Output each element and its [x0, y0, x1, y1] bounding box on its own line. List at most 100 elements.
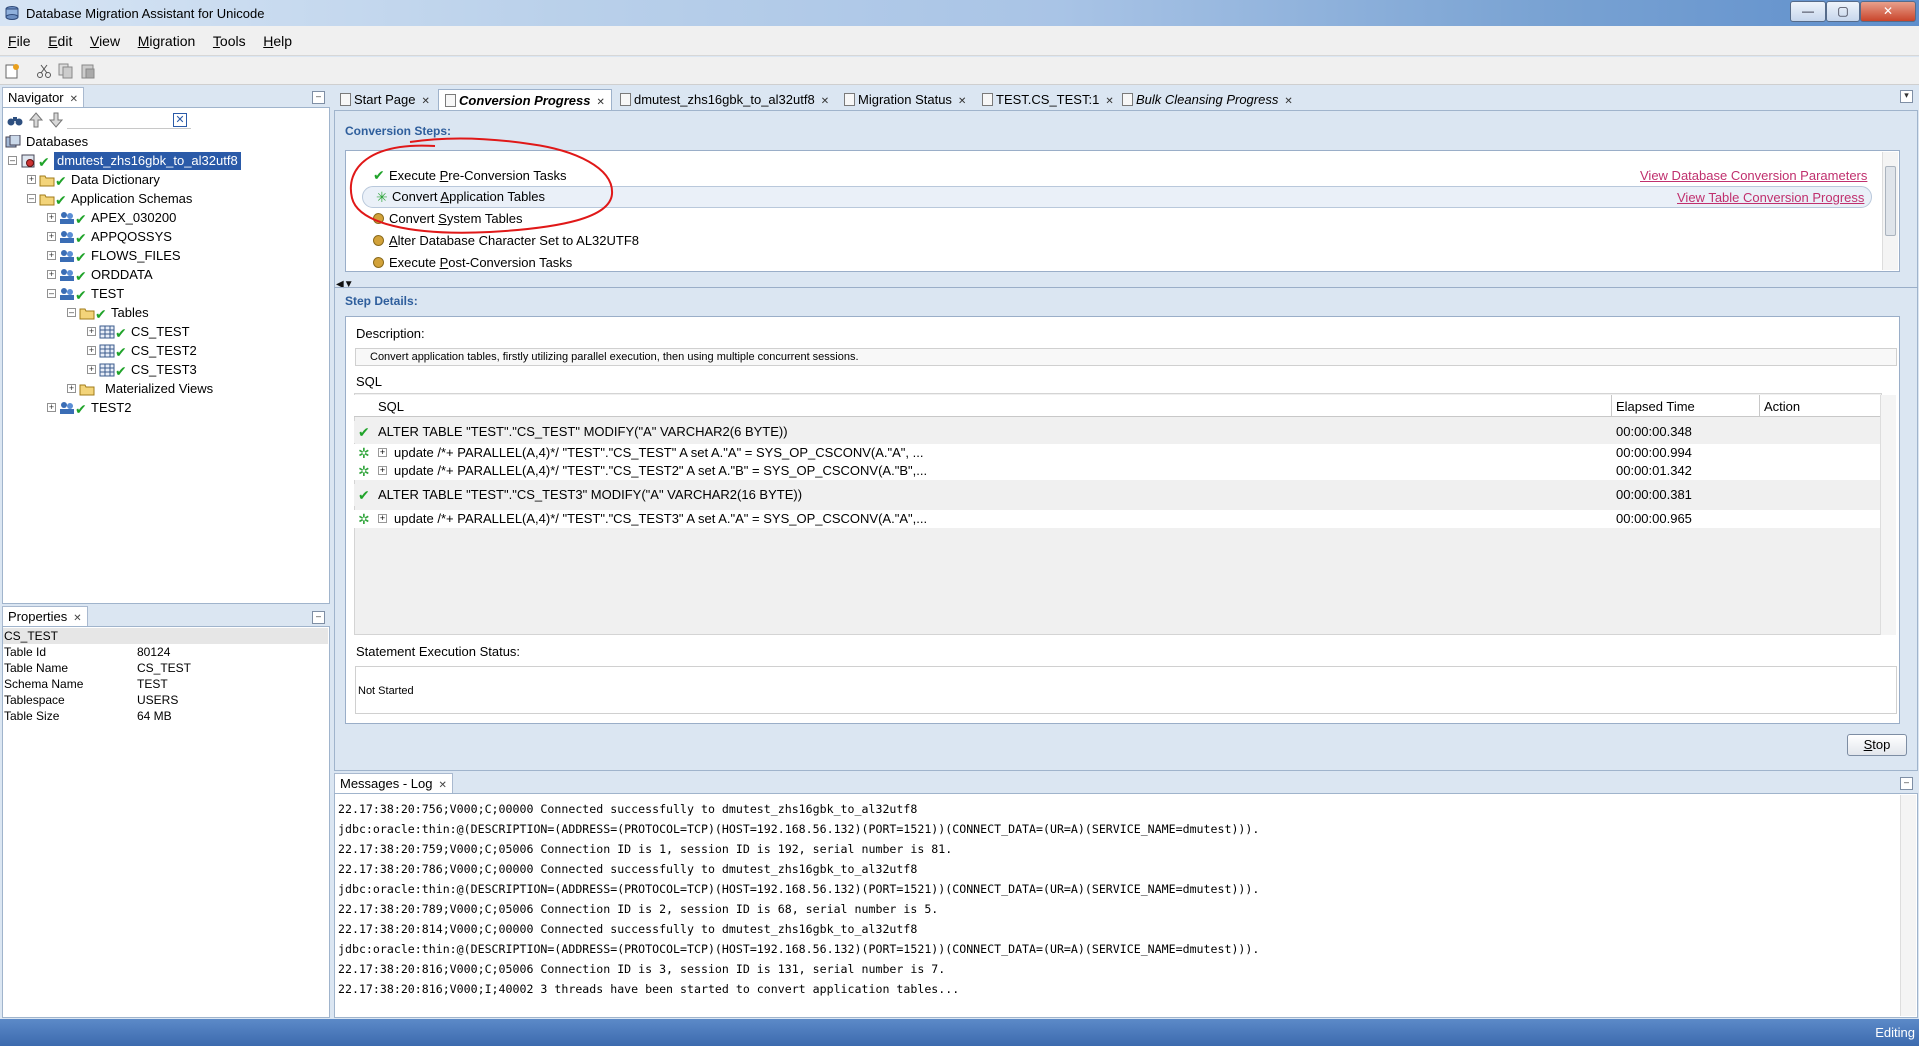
property-value: CS_TEST: [137, 661, 192, 675]
expand-toggle[interactable]: +: [47, 232, 56, 241]
expand-toggle[interactable]: +: [378, 514, 387, 523]
menu-file[interactable]: File: [0, 26, 37, 56]
copy-icon[interactable]: [58, 63, 74, 79]
column-header-sql[interactable]: SQL: [378, 399, 404, 414]
column-header-action[interactable]: Action: [1764, 399, 1800, 414]
tree-item-data-dictionary[interactable]: + ✔ Data Dictionary: [5, 171, 325, 189]
steps-scrollbar[interactable]: [1882, 152, 1898, 270]
collapse-toggle[interactable]: –: [67, 308, 76, 317]
tree-item-table[interactable]: + ✔ CS_TEST: [5, 323, 325, 341]
expand-toggle[interactable]: +: [47, 403, 56, 412]
tab-start-page[interactable]: Start Page ✕: [334, 89, 436, 110]
tab-table-editor[interactable]: TEST.CS_TEST:1 ✕: [976, 89, 1120, 110]
expand-toggle[interactable]: +: [87, 327, 96, 336]
minimize-panel-button[interactable]: –: [312, 91, 325, 104]
tree-item-connection[interactable]: – ✔ dmutest_zhs16gbk_to_al32utf8: [5, 152, 325, 170]
table-icon: [99, 325, 115, 339]
collapse-toggle[interactable]: –: [27, 194, 36, 203]
log-scrollbar[interactable]: [1900, 795, 1916, 1016]
binoculars-icon[interactable]: [7, 113, 23, 127]
close-icon[interactable]: ✕: [70, 94, 78, 105]
stop-button[interactable]: Stop: [1847, 734, 1907, 756]
folder-icon: [39, 194, 55, 206]
expand-toggle[interactable]: +: [47, 251, 56, 260]
scroll-thumb[interactable]: [1885, 166, 1896, 236]
close-icon[interactable]: ✕: [597, 97, 605, 108]
tree-item-application-schemas[interactable]: – ✔ Application Schemas: [5, 190, 325, 208]
new-icon[interactable]: [4, 63, 20, 79]
tree-item-materialized-views[interactable]: + Materialized Views: [5, 380, 325, 398]
cut-icon[interactable]: [36, 63, 52, 79]
messages-tab-label: Messages - Log: [340, 776, 433, 791]
close-icon[interactable]: ✕: [821, 96, 829, 107]
tree-item-table[interactable]: + ✔ CS_TEST3: [5, 361, 325, 379]
table-icon: [99, 344, 115, 358]
tree-item-schema-test[interactable]: – ✔ TEST: [5, 285, 325, 303]
tab-label: TEST.CS_TEST:1: [996, 92, 1100, 107]
gear-icon: ✲: [358, 511, 370, 527]
down-arrow-icon[interactable]: [49, 112, 63, 128]
tab-conversion-progress[interactable]: Conversion Progress ✕: [438, 89, 612, 110]
tab-migration-status[interactable]: Migration Status ✕: [838, 89, 972, 110]
sql-scrollbar[interactable]: [1880, 395, 1896, 635]
paste-icon[interactable]: [80, 63, 96, 79]
expand-toggle[interactable]: +: [27, 175, 36, 184]
splitter[interactable]: [334, 287, 1918, 288]
table-row[interactable]: ✲ + update /*+ PARALLEL(A,4)*/ "TEST"."C…: [354, 510, 1880, 528]
close-icon[interactable]: ✕: [421, 96, 429, 107]
close-icon[interactable]: ✕: [958, 96, 966, 107]
view-conversion-parameters-link[interactable]: View Database Conversion Parameters: [1640, 168, 1867, 183]
tree-item-table[interactable]: + ✔ CS_TEST2: [5, 342, 325, 360]
maximize-button[interactable]: ▢: [1826, 1, 1860, 22]
menu-migration[interactable]: Migration: [130, 26, 202, 56]
up-arrow-icon[interactable]: [29, 112, 43, 128]
expand-toggle[interactable]: +: [87, 365, 96, 374]
table-row[interactable]: ✔ ALTER TABLE "TEST"."CS_TEST3" MODIFY("…: [354, 484, 1880, 506]
table-row[interactable]: ✲ + update /*+ PARALLEL(A,4)*/ "TEST"."C…: [354, 462, 1880, 480]
tree-item-schema[interactable]: + ✔ APPQOSSYS: [5, 228, 325, 246]
schema-icon: [60, 288, 74, 300]
column-header-elapsed-time[interactable]: Elapsed Time: [1616, 399, 1695, 414]
minimize-panel-button[interactable]: –: [312, 611, 325, 624]
sql-text: update /*+ PARALLEL(A,4)*/ "TEST"."CS_TE…: [394, 463, 928, 478]
tab-connection[interactable]: dmutest_zhs16gbk_to_al32utf8 ✕: [614, 89, 835, 110]
close-icon[interactable]: ✕: [73, 613, 81, 624]
properties-tab[interactable]: Properties ✕: [2, 606, 88, 626]
messages-log-tab[interactable]: Messages - Log ✕: [334, 773, 453, 793]
close-icon[interactable]: ✕: [1284, 96, 1292, 107]
close-icon[interactable]: ✕: [1105, 96, 1113, 107]
close-window-button[interactable]: ✕: [1860, 1, 1916, 22]
clear-icon[interactable]: ✕: [173, 113, 187, 127]
check-icon: ✔: [358, 487, 370, 503]
table-row[interactable]: ✔ ALTER TABLE "TEST"."CS_TEST" MODIFY("A…: [354, 421, 1880, 443]
expand-toggle[interactable]: +: [47, 270, 56, 279]
tab-list-button[interactable]: ▾: [1900, 90, 1913, 103]
tree-item-databases[interactable]: Databases: [5, 133, 325, 151]
collapse-toggle[interactable]: –: [8, 156, 17, 165]
log-line: 22.17:38:20:756;V000;C;00000 Connected s…: [338, 802, 918, 816]
table-row[interactable]: ✲ + update /*+ PARALLEL(A,4)*/ "TEST"."C…: [354, 444, 1880, 462]
expand-toggle[interactable]: +: [87, 346, 96, 355]
expand-toggle[interactable]: +: [378, 466, 387, 475]
tree-item-schema[interactable]: + ✔ FLOWS_FILES: [5, 247, 325, 265]
menu-edit[interactable]: Edit: [40, 26, 78, 56]
menu-help[interactable]: Help: [255, 26, 298, 56]
tree-item-schema[interactable]: + ✔ APEX_030200: [5, 209, 325, 227]
close-icon[interactable]: ✕: [439, 780, 447, 791]
navigator-tab[interactable]: Navigator ✕: [2, 87, 85, 107]
expand-toggle[interactable]: +: [67, 384, 76, 393]
tree-item-tables[interactable]: – ✔ Tables: [5, 304, 325, 322]
view-table-progress-link[interactable]: View Table Conversion Progress: [1677, 190, 1864, 205]
minimize-button[interactable]: —: [1790, 1, 1826, 22]
collapse-toggle[interactable]: –: [47, 289, 56, 298]
menu-view[interactable]: View: [82, 26, 126, 56]
expand-toggle[interactable]: +: [378, 448, 387, 457]
menu-tools[interactable]: Tools: [205, 26, 252, 56]
expand-toggle[interactable]: +: [47, 213, 56, 222]
splitter-arrows-icon[interactable]: ◀▼: [336, 279, 354, 290]
tree-item-schema[interactable]: + ✔ TEST2: [5, 399, 325, 417]
minimize-panel-button[interactable]: –: [1900, 777, 1913, 790]
tree-item-schema[interactable]: + ✔ ORDDATA: [5, 266, 325, 284]
tab-bulk-cleansing-progress[interactable]: Bulk Cleansing Progress ✕: [1116, 89, 1299, 110]
schema-icon: [60, 212, 74, 224]
